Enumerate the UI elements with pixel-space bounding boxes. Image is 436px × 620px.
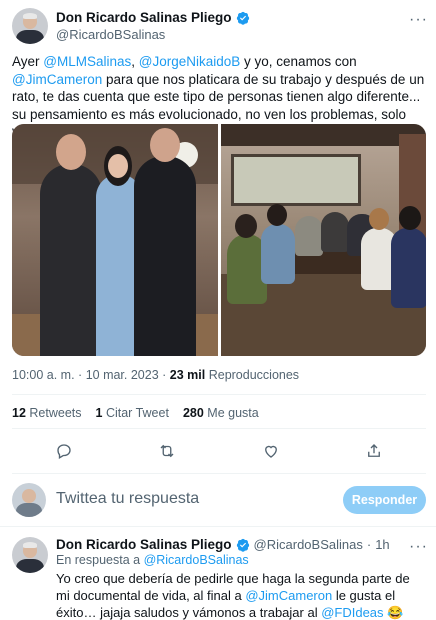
tweet-text-segment: Ayer [12, 54, 44, 69]
composer-avatar [12, 483, 46, 517]
quotes-count: 1 [95, 406, 103, 420]
verified-badge-icon [236, 538, 249, 552]
like-icon[interactable] [258, 438, 284, 464]
reply-dot: · [366, 537, 372, 552]
author-name-row: Don Ricardo Salinas Pliego [56, 10, 250, 25]
tweet-date[interactable]: 10 mar. 2023 [86, 368, 159, 382]
mention-link[interactable]: @FDIdeas [321, 605, 383, 620]
photo-group-standing[interactable] [12, 124, 218, 356]
likes-count: 280 [182, 406, 204, 420]
tweet-actions [12, 438, 426, 464]
quotes-stat[interactable]: 1 Citar Tweet [96, 406, 169, 420]
tweet-time[interactable]: 10:00 a. m. [12, 368, 75, 382]
likes-label: Me gusta [207, 406, 259, 420]
more-dots-icon[interactable]: ··· [409, 12, 428, 28]
divider [12, 473, 426, 474]
author-avatar[interactable] [12, 8, 48, 44]
reply-time[interactable]: 1h [375, 537, 389, 552]
divider [12, 394, 426, 395]
mention-link[interactable]: @JimCameron [12, 72, 102, 87]
reply-author-handle[interactable]: @RicardoBSalinas [254, 537, 363, 552]
likes-stat[interactable]: 280 Me gusta [183, 406, 259, 420]
tweet-meta: 10:00 a. m. · 10 mar. 2023 · 23 mil Repr… [12, 368, 299, 382]
quotes-label: Citar Tweet [105, 406, 169, 420]
mention-link[interactable]: @MLMSalinas [43, 54, 131, 69]
replying-to-link[interactable]: @RicardoBSalinas [144, 553, 249, 567]
views-count: 23 mil [169, 368, 206, 382]
verified-badge-icon [236, 11, 249, 25]
more-dots-icon[interactable]: ··· [409, 539, 428, 555]
mention-link[interactable]: @JorgeNikaidoB [139, 54, 241, 69]
meta-separator: · [78, 368, 83, 382]
divider [12, 428, 426, 429]
meta-separator: · [162, 368, 167, 382]
author-handle[interactable]: @RicardoBSalinas [56, 27, 165, 42]
share-icon[interactable] [361, 438, 387, 464]
replying-prefix: En respuesta a [56, 553, 144, 567]
reply-input[interactable]: Twittea tu respuesta [56, 490, 199, 508]
tweet-media [12, 124, 426, 356]
photo-group-dinner[interactable] [220, 124, 426, 356]
divider [0, 526, 436, 527]
reply-text-segment: 😂 [383, 605, 404, 620]
retweet-icon[interactable] [154, 438, 180, 464]
tweet-text-segment: y yo, cenamos con [240, 54, 357, 69]
mention-link[interactable]: @JimCameron [245, 588, 332, 603]
reply-author-name[interactable]: Don Ricardo Salinas Pliego [56, 537, 232, 552]
reply-text: Yo creo que debería de pedirle que haga … [56, 570, 426, 620]
reply-name-row: Don Ricardo Salinas Pliego @RicardoBSali… [56, 537, 390, 552]
tweet-stats: 12 Retweets 1 Citar Tweet 280 Me gusta [12, 406, 259, 420]
retweets-count: 12 [12, 406, 26, 420]
retweets-stat[interactable]: 12 Retweets [12, 406, 82, 420]
tweet: Don Ricardo Salinas Pliego @RicardoBSali… [0, 0, 436, 620]
reply-button[interactable]: Responder [343, 486, 426, 514]
tweet-text-segment: , [131, 54, 139, 69]
reply-icon[interactable] [51, 438, 77, 464]
views-label: Reproducciones [208, 368, 300, 382]
author-name[interactable]: Don Ricardo Salinas Pliego [56, 10, 232, 25]
reply-author-avatar[interactable] [12, 537, 48, 573]
replying-to: En respuesta a @RicardoBSalinas [56, 553, 249, 567]
retweets-label: Retweets [29, 406, 82, 420]
